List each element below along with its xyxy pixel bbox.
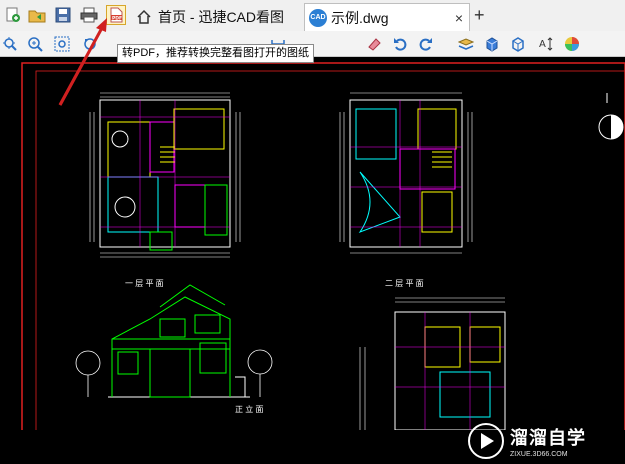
undo-button[interactable]	[390, 34, 410, 54]
label-elevation: 正 立 面	[235, 405, 264, 414]
eraser-icon	[368, 38, 381, 51]
svg-text:PDF: PDF	[112, 15, 122, 21]
tab-home[interactable]: 首页 - 迅捷CAD看图	[136, 3, 296, 31]
watermark-url: ZIXUE.3D66.COM	[510, 451, 568, 458]
floor-plan-2	[339, 92, 473, 254]
new-file-icon	[6, 7, 20, 22]
zoom-in-button[interactable]	[25, 34, 45, 54]
convert-pdf-button[interactable]: PDF	[106, 5, 126, 25]
3d-box-icon	[486, 37, 498, 52]
zoom-window-button[interactable]	[52, 34, 72, 54]
home-icon	[137, 9, 151, 24]
north-arrow	[598, 93, 624, 140]
cad-file-icon: CAD	[309, 8, 327, 27]
zoom-window-icon	[54, 36, 70, 52]
label-floor1: 一 层 平 面	[125, 279, 164, 288]
tab-document-label: 示例.dwg	[331, 9, 389, 26]
watermark-logo-icon	[468, 423, 504, 459]
front-elevation	[108, 284, 250, 398]
tab-home-label: 首页 - 迅捷CAD看图	[158, 9, 284, 25]
open-folder-icon	[28, 10, 46, 23]
zoom-in-icon	[28, 37, 43, 52]
watermark: 溜溜自学 ZIXUE.3D66.COM	[466, 418, 590, 464]
new-tab-button[interactable]: +	[474, 5, 485, 26]
color-wheel-icon	[565, 37, 579, 51]
text-size-icon: A	[539, 37, 553, 51]
tab-document[interactable]: CAD 示例.dwg ×	[304, 3, 470, 31]
3d-view-button[interactable]	[482, 34, 502, 54]
trees	[75, 349, 273, 397]
print-icon	[80, 7, 98, 23]
zoom-previous-icon	[84, 38, 96, 50]
zoom-extents-icon	[3, 37, 17, 51]
new-file-button[interactable]	[3, 5, 23, 25]
color-button[interactable]	[562, 34, 582, 54]
close-tab-icon[interactable]: ×	[455, 10, 463, 26]
print-button[interactable]	[79, 5, 99, 25]
drawing-canvas[interactable]: 一 层 平 面 二 层 平 面 正 立 面 溜溜自学 ZIXUE.3D66.CO…	[0, 57, 625, 459]
floor-plan-1	[89, 92, 241, 258]
save-button[interactable]	[53, 5, 73, 25]
floor-plan-3	[359, 297, 506, 430]
cad-drawing	[21, 57, 625, 430]
open-button[interactable]	[27, 5, 47, 25]
redo-button[interactable]	[416, 34, 436, 54]
label-floor2: 二 层 平 面	[385, 279, 424, 288]
tab-bar: PDF 首页 - 迅捷CAD看图 CAD 示例.dwg × +	[0, 0, 625, 32]
svg-text:A: A	[539, 39, 546, 50]
pdf-icon: PDF	[110, 7, 123, 23]
undo-icon	[394, 38, 407, 51]
text-size-button[interactable]: A	[536, 34, 556, 54]
3d-cube-icon	[512, 37, 524, 52]
zoom-previous-button[interactable]	[80, 34, 100, 54]
layers-button[interactable]	[456, 34, 476, 54]
watermark-title: 溜溜自学	[510, 428, 586, 448]
3d-orbit-button[interactable]	[508, 34, 528, 54]
pdf-tooltip: 转PDF，推荐转换完整看图打开的图纸	[117, 44, 314, 63]
save-icon	[55, 7, 71, 23]
redo-icon	[419, 38, 432, 51]
eraser-button[interactable]	[364, 34, 384, 54]
red-arrow	[58, 57, 88, 106]
zoom-extents-button[interactable]	[0, 34, 20, 54]
layers-icon	[458, 38, 474, 50]
